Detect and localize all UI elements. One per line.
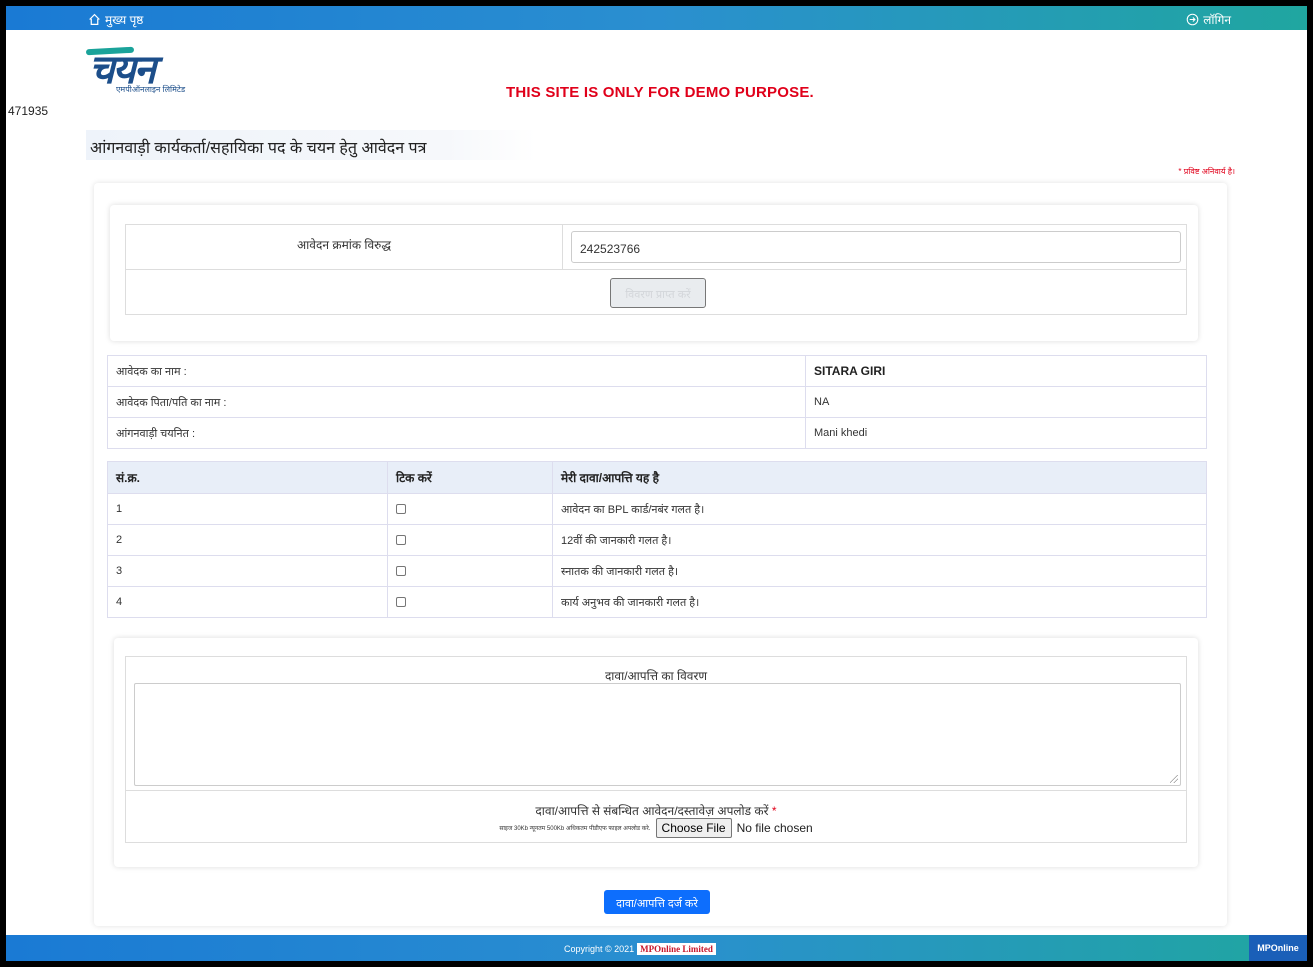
lookup-row: आवेदन क्रमांक विरुद्ध 242523766 [126, 225, 1186, 270]
claim-tick-cell [387, 586, 553, 618]
required-note: * प्रविष्ट अनिवार्य है। [1178, 167, 1235, 176]
top-nav-bar: मुख्य पृष्ठ लॉगिन [6, 6, 1307, 30]
logo-subtitle: एमपीऑनलाइन लिमिटेड [116, 85, 186, 94]
home-icon [87, 13, 101, 27]
applicant-row: आंगनवाड़ी चयनित : Mani khedi [107, 417, 1207, 449]
claim-serial: 2 [107, 524, 388, 556]
claims-header-row: सं.क्र. टिक करें मेरी दावा/आपत्ति यह है [107, 461, 1207, 494]
claim-serial: 3 [107, 555, 388, 587]
applicant-field-label: आवेदक का नाम : [107, 355, 806, 387]
claim-text: आवेदन का BPL कार्ड/नबंर गलत है। [552, 493, 1207, 525]
home-link[interactable]: मुख्य पृष्ठ [87, 11, 143, 28]
description-section: दावा/आपत्ति का विवरण [126, 657, 1186, 791]
col-claim-header: मेरी दावा/आपत्ति यह है [552, 461, 1207, 494]
footer: Copyright © 2021 MPOnline Limited MPOnli… [6, 935, 1307, 961]
login-link-label: लॉगिन [1203, 13, 1231, 27]
choose-file-button[interactable]: Choose File [655, 818, 732, 838]
claim-tick-cell [387, 524, 553, 556]
col-tick-header: टिक करें [387, 461, 553, 494]
claims-table: सं.क्र. टिक करें मेरी दावा/आपत्ति यह है … [107, 461, 1207, 618]
page-title: आंगनवाड़ी कार्यकर्ता/सहायिका पद के चयन ह… [86, 130, 536, 160]
demo-notice: THIS SITE IS ONLY FOR DEMO PURPOSE. [506, 84, 814, 101]
upload-label-text: दावा/आपत्ति से संबन्धित आवेदन/दस्तावेज़ … [535, 804, 769, 818]
claim-row: 3 स्नातक की जानकारी गलत है। [107, 555, 1207, 587]
file-status: No file chosen [736, 821, 813, 835]
applicant-field-value: SITARA GIRI [805, 355, 1207, 387]
description-label: दावा/आपत्ति का विवरण [604, 669, 708, 683]
claim-serial: 4 [107, 586, 388, 618]
claim-checkbox[interactable] [396, 566, 406, 577]
resize-handle-icon[interactable] [1170, 775, 1178, 783]
login-link[interactable]: लॉगिन [1185, 11, 1231, 28]
description-box: दावा/आपत्ति का विवरण दावा/आपत्ति से संबन… [125, 656, 1187, 843]
get-details-button[interactable]: विवरण प्राप्त करें [610, 278, 706, 308]
claim-text: स्नातक की जानकारी गलत है। [552, 555, 1207, 587]
login-arrow-icon [1185, 13, 1199, 27]
applicant-field-value: NA [805, 386, 1207, 418]
application-lookup: आवेदन क्रमांक विरुद्ध 242523766 विवरण प्… [125, 224, 1187, 315]
claim-text: 12वीं की जानकारी गलत है। [552, 524, 1207, 556]
claim-row: 4 कार्य अनुभव की जानकारी गलत है। [107, 586, 1207, 618]
application-number-input[interactable]: 242523766 [571, 231, 1181, 263]
visitor-counter: 471935 [8, 104, 49, 118]
application-number-label: आवेदन क्रमांक विरुद्ध [126, 225, 563, 270]
chayan-logo[interactable]: चयन एमपीऑनलाइन लिमिटेड [84, 34, 234, 94]
description-textarea[interactable] [134, 683, 1181, 786]
claim-checkbox[interactable] [396, 597, 406, 608]
browser-page: मुख्य पृष्ठ लॉगिन चयन एमपीऑनलाइन लिमिटेड… [6, 6, 1307, 961]
claim-row: 2 12वीं की जानकारी गलत है। [107, 524, 1207, 556]
home-link-label: मुख्य पृष्ठ [105, 13, 144, 27]
claim-checkbox[interactable] [396, 504, 406, 515]
col-serial-header: सं.क्र. [107, 461, 388, 494]
required-star: * [771, 804, 777, 818]
applicant-row: आवेदक का नाम : SITARA GIRI [107, 355, 1207, 387]
claim-checkbox[interactable] [396, 535, 406, 546]
upload-row: साइज 30Kb न्यूनतम 500Kb अधिकतम पीडीएफ फा… [126, 818, 1186, 838]
claim-text: कार्य अनुभव की जानकारी गलत है। [552, 586, 1207, 618]
applicant-field-label: आवेदक पिता/पति का नाम : [107, 386, 806, 418]
claim-tick-cell [387, 555, 553, 587]
applicant-row: आवेदक पिता/पति का नाम : NA [107, 386, 1207, 418]
mponline-logo[interactable]: MPOnline Limited [637, 943, 716, 955]
claim-tick-cell [387, 493, 553, 525]
mponline-corner-label[interactable]: MPOnline [1249, 935, 1307, 961]
submit-claim-button[interactable]: दावा/आपत्ति दर्ज करे [604, 890, 710, 914]
applicant-field-label: आंगनवाड़ी चयनित : [107, 417, 806, 449]
applicant-field-value: Mani khedi [805, 417, 1207, 449]
upload-label: दावा/आपत्ति से संबन्धित आवेदन/दस्तावेज़ … [126, 802, 1186, 819]
applicant-info-table: आवेदक का नाम : SITARA GIRI आवेदक पिता/पति … [107, 355, 1207, 449]
copyright: Copyright © 2021 MPOnline Limited [564, 943, 716, 955]
copyright-text: Copyright © 2021 [564, 944, 635, 954]
upload-hint: साइज 30Kb न्यूनतम 500Kb अधिकतम पीडीएफ फा… [499, 826, 651, 832]
claim-serial: 1 [107, 493, 388, 525]
claim-row: 1 आवेदन का BPL कार्ड/नबंर गलत है। [107, 493, 1207, 525]
